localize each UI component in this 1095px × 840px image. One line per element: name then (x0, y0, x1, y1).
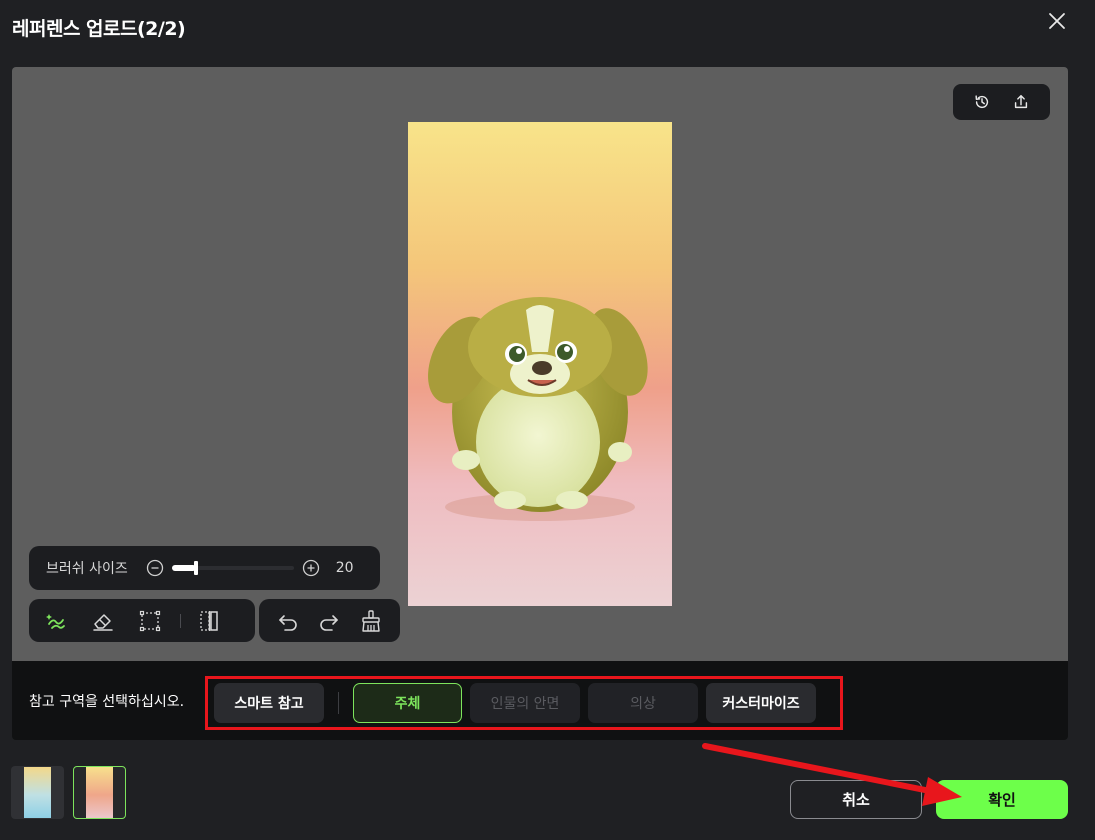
upload-icon (1014, 94, 1027, 109)
redo-button[interactable] (314, 606, 344, 636)
region-prompt: 참고 구역을 선택하십시오. (29, 694, 185, 710)
close-icon (1049, 13, 1065, 29)
option-subject[interactable]: 주체 (353, 683, 462, 723)
reference-thumbnail-2[interactable] (73, 766, 126, 819)
brush-size-slider[interactable] (171, 561, 294, 575)
thumbnail-image (24, 767, 51, 818)
undo-button[interactable] (273, 606, 303, 636)
option-smart-reference[interactable]: 스마트 참고 (214, 683, 324, 723)
slider-handle[interactable] (193, 561, 198, 575)
brush-size-label: 브러쉬 사이즈 (46, 561, 128, 577)
smart-brush-icon (46, 613, 65, 629)
clear-brush-icon (362, 609, 380, 632)
reference-thumbnail-1[interactable] (11, 766, 64, 819)
dialog-title: 레퍼렌스 업로드(2/2) (12, 18, 186, 40)
puppy-illustration (428, 297, 648, 521)
reference-region-bar: 참고 구역을 선택하십시오. 스마트 참고 주체 인물의 안면 의상 커스터마이… (12, 661, 1068, 740)
history-tools (259, 599, 400, 642)
brush-size-panel: 브러쉬 사이즈 20 (29, 546, 380, 590)
selection-box-button[interactable] (135, 606, 165, 636)
eraser-button[interactable] (88, 606, 118, 636)
smart-brush-button[interactable] (41, 606, 71, 636)
selection-tools (29, 599, 255, 642)
toolbar-divider (180, 613, 181, 628)
canvas-top-toolbar (953, 84, 1050, 120)
reference-image[interactable] (408, 122, 672, 606)
mirror-icon (200, 610, 218, 631)
plus-circle-icon[interactable] (302, 559, 320, 577)
history-button[interactable] (971, 91, 993, 113)
redo-icon (320, 614, 339, 631)
minus-circle-icon[interactable] (146, 559, 164, 577)
confirm-button[interactable]: 확인 (936, 780, 1068, 819)
region-options-highlight: 스마트 참고 주체 인물의 안면 의상 커스터마이즈 (205, 676, 843, 730)
slider-fill (171, 565, 196, 571)
upload-button[interactable] (1010, 91, 1032, 113)
cancel-button[interactable]: 취소 (790, 780, 922, 819)
clear-brush-button[interactable] (356, 606, 386, 636)
selection-box-icon (139, 610, 161, 631)
option-customize[interactable]: 커스터마이즈 (706, 683, 816, 723)
option-face[interactable]: 인물의 안면 (470, 683, 580, 723)
eraser-icon (93, 613, 113, 631)
close-button[interactable] (1044, 8, 1070, 34)
history-icon (975, 95, 989, 109)
option-outfit[interactable]: 의상 (588, 683, 698, 723)
option-divider (338, 692, 339, 714)
thumbnail-image (86, 767, 113, 818)
brush-size-value: 20 (335, 560, 354, 576)
mirror-button[interactable] (194, 606, 224, 636)
editing-canvas[interactable]: 브러쉬 사이즈 20 (12, 67, 1068, 661)
undo-icon (279, 614, 297, 631)
